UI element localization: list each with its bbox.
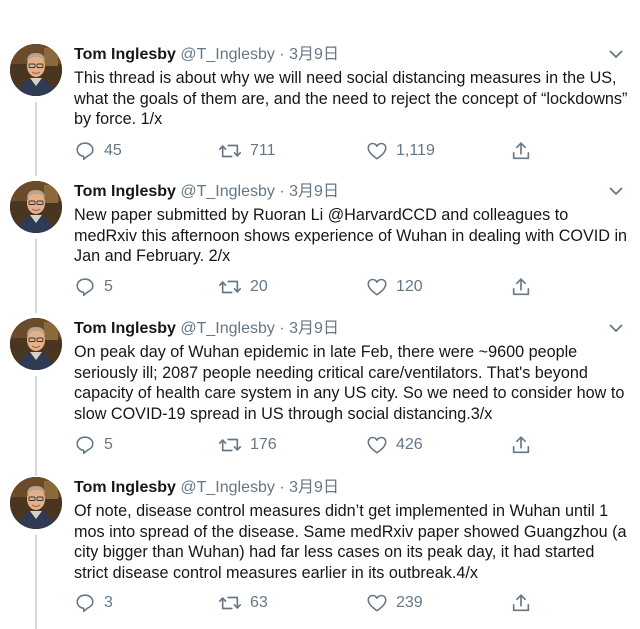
retweet-button[interactable]: 63 bbox=[218, 591, 268, 615]
author-handle[interactable]: @T_Inglesby bbox=[180, 320, 275, 337]
author-name[interactable]: Tom Inglesby bbox=[74, 320, 176, 337]
retweet-icon bbox=[218, 276, 242, 298]
retweet-count: 711 bbox=[250, 142, 276, 159]
author-handle[interactable]: @T_Inglesby bbox=[180, 479, 275, 496]
reply-icon bbox=[74, 434, 96, 456]
share-icon bbox=[510, 276, 532, 298]
tweet[interactable]: Tom Inglesby @T_Inglesby · 3月9日 New pape… bbox=[0, 181, 640, 313]
avatar-photo bbox=[10, 44, 62, 96]
share-icon bbox=[510, 140, 532, 162]
retweet-count: 63 bbox=[250, 594, 268, 611]
tweet-text: This thread is about why we will need so… bbox=[74, 69, 628, 128]
tweet-header: Tom Inglesby @T_Inglesby · 3月9日 bbox=[74, 478, 339, 498]
thread-connector-line bbox=[35, 376, 37, 476]
share-button[interactable] bbox=[510, 591, 532, 615]
like-button[interactable]: 239 bbox=[366, 591, 423, 615]
reply-icon bbox=[74, 592, 96, 614]
avatar[interactable] bbox=[10, 318, 62, 370]
header-separator: · bbox=[279, 46, 285, 63]
like-icon bbox=[366, 140, 388, 162]
avatar[interactable] bbox=[10, 44, 62, 96]
tweet-header: Tom Inglesby @T_Inglesby · 3月9日 bbox=[74, 182, 339, 202]
like-icon bbox=[366, 434, 388, 456]
like-count: 239 bbox=[396, 594, 423, 611]
reply-count: 3 bbox=[104, 594, 113, 611]
author-name[interactable]: Tom Inglesby bbox=[74, 46, 176, 63]
reply-icon bbox=[74, 140, 96, 162]
avatar[interactable] bbox=[10, 181, 62, 233]
retweet-icon bbox=[218, 434, 242, 456]
share-icon bbox=[510, 434, 532, 456]
tweet-header: Tom Inglesby @T_Inglesby · 3月9日 bbox=[74, 319, 339, 339]
tweet-date[interactable]: 3月9日 bbox=[289, 320, 339, 337]
reply-count: 5 bbox=[104, 278, 113, 295]
tweet-actions: 3 63 239 bbox=[74, 591, 544, 615]
thread-connector-line bbox=[35, 535, 37, 629]
retweet-icon bbox=[218, 592, 242, 614]
like-button[interactable]: 120 bbox=[366, 275, 423, 299]
author-handle[interactable]: @T_Inglesby bbox=[180, 46, 275, 63]
like-count: 426 bbox=[396, 436, 423, 453]
share-button[interactable] bbox=[510, 433, 532, 457]
like-button[interactable]: 1,119 bbox=[366, 139, 435, 163]
retweet-button[interactable]: 711 bbox=[218, 139, 276, 163]
like-button[interactable]: 426 bbox=[366, 433, 423, 457]
retweet-button[interactable]: 176 bbox=[218, 433, 277, 457]
retweet-count: 176 bbox=[250, 436, 277, 453]
share-icon bbox=[510, 592, 532, 614]
reply-button[interactable]: 3 bbox=[74, 591, 113, 615]
retweet-count: 20 bbox=[250, 278, 268, 295]
like-count: 120 bbox=[396, 278, 423, 295]
like-icon bbox=[366, 592, 388, 614]
author-name[interactable]: Tom Inglesby bbox=[74, 183, 176, 200]
header-separator: · bbox=[279, 479, 285, 496]
chevron-down-icon[interactable] bbox=[606, 183, 626, 199]
reply-button[interactable]: 45 bbox=[74, 139, 122, 163]
tweet[interactable]: Tom Inglesby @T_Inglesby · 3月9日 This thr… bbox=[0, 44, 640, 176]
tweet-date[interactable]: 3月9日 bbox=[289, 183, 339, 200]
tweet-actions: 45 711 1,119 bbox=[74, 139, 544, 163]
avatar-photo bbox=[10, 477, 62, 529]
tweet-actions: 5 176 426 bbox=[74, 433, 544, 457]
tweet-date[interactable]: 3月9日 bbox=[289, 46, 339, 63]
chevron-down-icon[interactable] bbox=[606, 320, 626, 336]
avatar[interactable] bbox=[10, 477, 62, 529]
thread-connector-line bbox=[35, 102, 37, 176]
thread-connector-line bbox=[35, 239, 37, 313]
reply-icon bbox=[74, 276, 96, 298]
retweet-button[interactable]: 20 bbox=[218, 275, 268, 299]
avatar-photo bbox=[10, 318, 62, 370]
tweet-date[interactable]: 3月9日 bbox=[289, 479, 339, 496]
avatar-photo bbox=[10, 181, 62, 233]
tweet[interactable]: Tom Inglesby @T_Inglesby · 3月9日 Of note,… bbox=[0, 477, 640, 629]
reply-count: 5 bbox=[104, 436, 113, 453]
author-name[interactable]: Tom Inglesby bbox=[74, 479, 176, 496]
reply-count: 45 bbox=[104, 142, 122, 159]
share-button[interactable] bbox=[510, 275, 532, 299]
retweet-icon bbox=[218, 140, 242, 162]
header-separator: · bbox=[279, 320, 285, 337]
tweet-header: Tom Inglesby @T_Inglesby · 3月9日 bbox=[74, 45, 339, 65]
reply-button[interactable]: 5 bbox=[74, 433, 113, 457]
tweet[interactable]: Tom Inglesby @T_Inglesby · 3月9日 On peak … bbox=[0, 318, 640, 476]
chevron-down-icon[interactable] bbox=[606, 46, 626, 62]
tweet-text: New paper submitted by Ruoran Li @Harvar… bbox=[74, 206, 628, 265]
share-button[interactable] bbox=[510, 139, 532, 163]
tweet-thread: Tom Inglesby @T_Inglesby · 3月9日 This thr… bbox=[0, 0, 640, 629]
tweet-text: Of note, disease control measures didn’t… bbox=[74, 502, 627, 582]
reply-button[interactable]: 5 bbox=[74, 275, 113, 299]
like-icon bbox=[366, 276, 388, 298]
tweet-actions: 5 20 120 bbox=[74, 275, 544, 299]
header-separator: · bbox=[279, 183, 285, 200]
like-count: 1,119 bbox=[396, 142, 435, 159]
author-handle[interactable]: @T_Inglesby bbox=[180, 183, 275, 200]
tweet-text: On peak day of Wuhan epidemic in late Fe… bbox=[74, 343, 625, 423]
